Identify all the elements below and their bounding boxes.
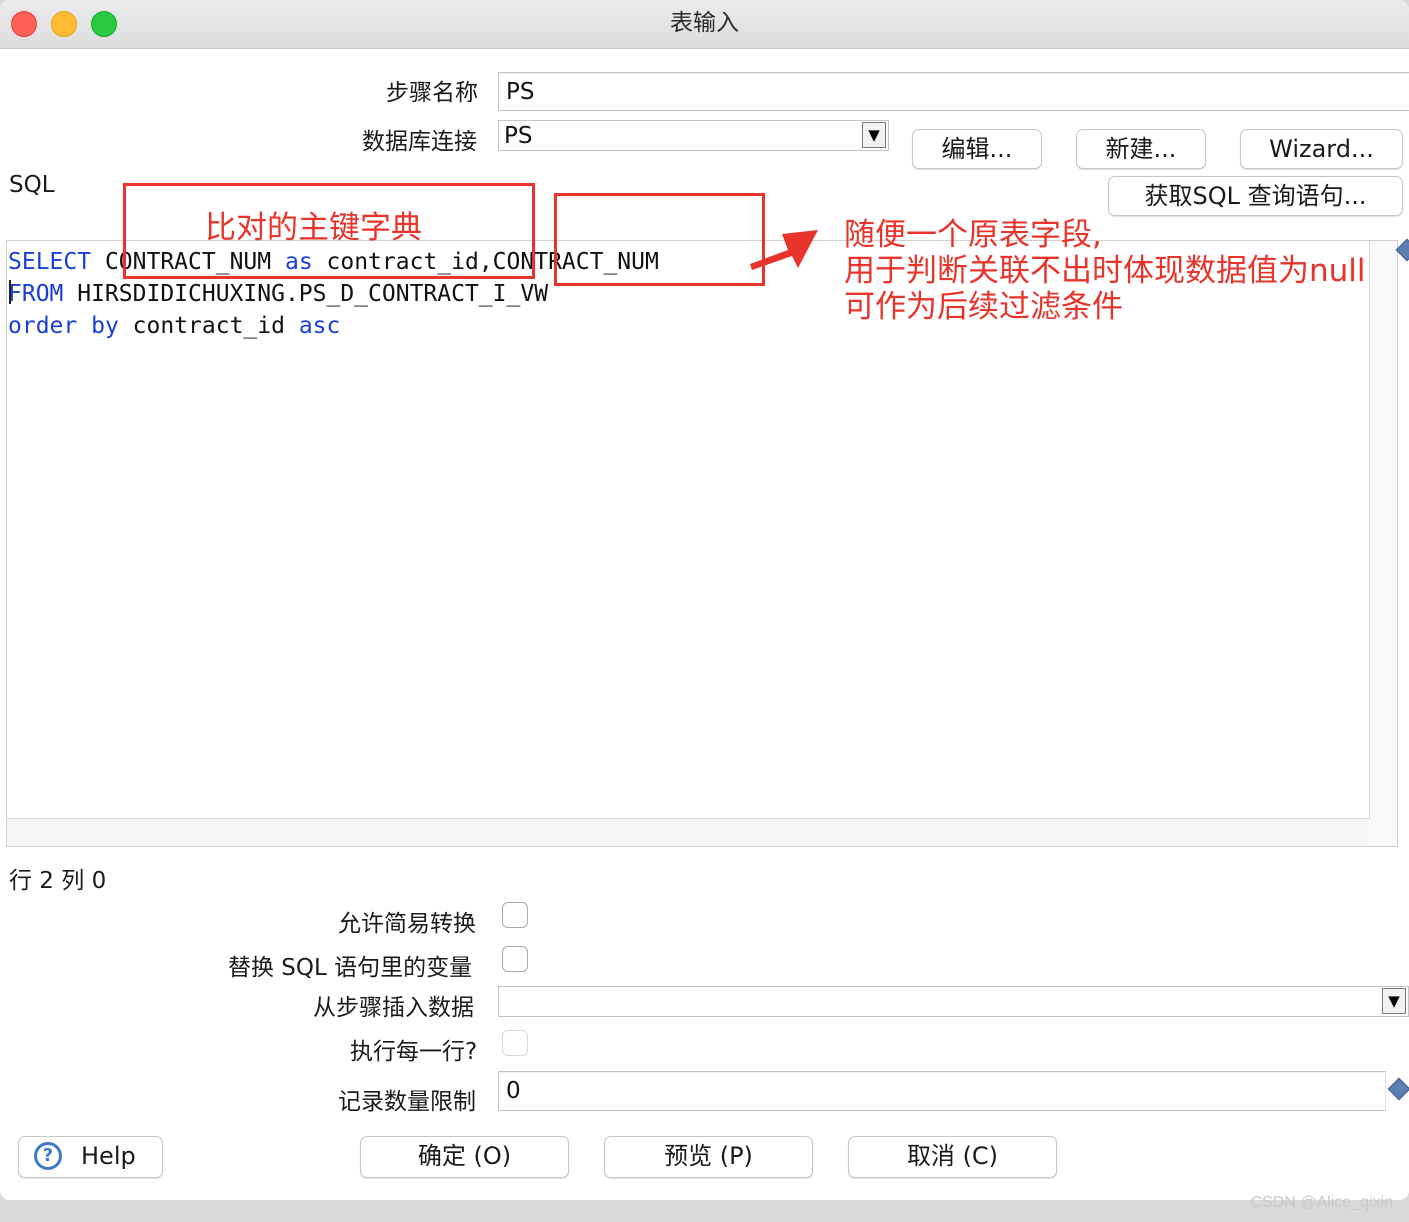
lazy-conversion-checkbox[interactable]: [502, 902, 528, 928]
sql-keyword: asc: [298, 313, 341, 339]
ok-button[interactable]: 确定 (O): [360, 1136, 569, 1178]
sql-keyword: FROM: [8, 281, 64, 307]
chevron-down-icon[interactable]: ▼: [1382, 988, 1406, 1014]
sql-keyword: SELECT: [8, 249, 92, 275]
edit-connection-button[interactable]: 编辑...: [912, 129, 1042, 169]
lazy-conversion-label: 允许简易转换: [338, 911, 476, 937]
help-button-label: Help: [81, 1142, 136, 1170]
step-name-label: 步骤名称: [386, 80, 478, 106]
row-limit-input[interactable]: 0: [498, 1071, 1386, 1111]
field-annotation-line-2: 用于判断关联不出时体现数据值为null: [844, 253, 1366, 289]
wizard-button[interactable]: Wizard...: [1240, 129, 1403, 169]
table-input-dialog: 表输入 步骤名称 PS 数据库连接 PS ▼ 编辑... 新建... Wizar…: [0, 0, 1409, 1200]
db-connection-value: PS: [504, 123, 533, 149]
sql-editor-text-area[interactable]: SELECT CONTRACT_NUM as contract_id,CONTR…: [7, 241, 1370, 819]
cancel-button[interactable]: 取消 (C): [848, 1136, 1057, 1178]
sql-keyword: by: [91, 313, 119, 339]
primary-key-annotation-text: 比对的主键字典: [205, 210, 422, 246]
field-annotation-line-3: 可作为后续过滤条件: [844, 289, 1123, 325]
cursor-position-status: 行 2 列 0: [9, 868, 107, 894]
sql-text: HIRSDIDICHUXING.PS_D_CONTRACT_I_VW: [63, 281, 549, 307]
help-button[interactable]: ? Help: [18, 1136, 163, 1178]
get-sql-button[interactable]: 获取SQL 查询语句...: [1108, 176, 1403, 216]
help-icon: ?: [34, 1142, 62, 1170]
insert-from-step-select[interactable]: ▼: [498, 986, 1409, 1017]
insert-from-step-label: 从步骤插入数据: [313, 995, 474, 1021]
step-name-input[interactable]: PS: [498, 72, 1409, 111]
execute-each-row-checkbox[interactable]: [502, 1030, 528, 1056]
window-title: 表输入: [670, 10, 739, 36]
vertical-scrollbar[interactable]: [1370, 241, 1397, 846]
db-connection-select[interactable]: PS ▼: [498, 120, 889, 151]
variable-diamond-icon: [1387, 1077, 1409, 1101]
sql-keyword: order: [8, 313, 78, 339]
field-annotation-line-1: 随便一个原表字段,: [844, 217, 1102, 253]
replace-variables-label: 替换 SQL 语句里的变量: [228, 955, 473, 981]
sql-editor[interactable]: SELECT CONTRACT_NUM as contract_id,CONTR…: [6, 240, 1398, 847]
field-annotation-box: [554, 193, 765, 286]
replace-variables-checkbox[interactable]: [502, 946, 528, 972]
sql-label: SQL: [9, 172, 55, 198]
annotation-arrow-icon: [750, 230, 818, 270]
chevron-down-icon[interactable]: ▼: [862, 122, 886, 148]
watermark: CSDN @Alice_qixin: [1250, 1194, 1393, 1211]
preview-button[interactable]: 预览 (P): [604, 1136, 813, 1178]
text-caret: [9, 280, 11, 304]
row-limit-label: 记录数量限制: [338, 1089, 476, 1115]
db-connection-label: 数据库连接: [362, 129, 477, 155]
title-bar: 表输入: [0, 0, 1409, 49]
new-connection-button[interactable]: 新建...: [1076, 129, 1206, 169]
sql-text: contract_id: [118, 313, 299, 339]
execute-each-row-label: 执行每一行?: [350, 1039, 478, 1065]
horizontal-scrollbar[interactable]: [7, 819, 1369, 846]
